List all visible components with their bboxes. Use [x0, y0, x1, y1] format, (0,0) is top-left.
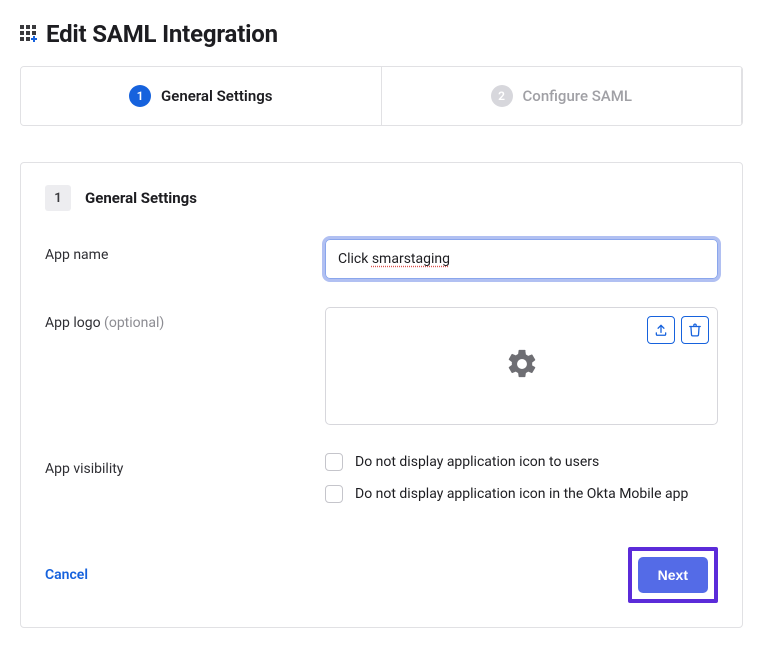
apps-grid-icon	[20, 25, 40, 43]
gear-icon	[505, 347, 539, 385]
hide-icon-users-checkbox[interactable]	[325, 453, 343, 471]
app-logo-dropzone[interactable]	[325, 307, 718, 425]
next-button-highlight: Next	[628, 547, 718, 603]
delete-logo-button[interactable]	[681, 316, 709, 344]
tab-label: General Settings	[161, 87, 272, 105]
tab-configure-saml[interactable]: 2 Configure SAML	[382, 67, 743, 125]
app-visibility-label: App visibility	[45, 453, 325, 477]
next-button[interactable]: Next	[638, 557, 708, 593]
step-number-1: 1	[129, 85, 151, 107]
cancel-button[interactable]: Cancel	[45, 567, 88, 583]
tab-label: Configure SAML	[523, 87, 632, 105]
app-name-input[interactable]: Click smarstaging	[325, 239, 718, 279]
hide-icon-mobile-checkbox[interactable]	[325, 485, 343, 503]
step-number-2: 2	[491, 85, 513, 107]
panel-title: General Settings	[85, 189, 197, 207]
app-logo-label: App logo (optional)	[45, 307, 325, 331]
hide-icon-users-label: Do not display application icon to users	[355, 454, 599, 470]
hide-icon-mobile-label: Do not display application icon in the O…	[355, 486, 688, 502]
general-settings-panel: 1 General Settings App name Click smarst…	[20, 162, 743, 628]
app-name-label: App name	[45, 239, 325, 263]
upload-logo-button[interactable]	[647, 316, 675, 344]
wizard-tabs: 1 General Settings 2 Configure SAML	[20, 66, 743, 126]
page-title: Edit SAML Integration	[46, 20, 278, 48]
tab-general-settings[interactable]: 1 General Settings	[21, 67, 382, 125]
panel-step-number: 1	[45, 185, 71, 211]
